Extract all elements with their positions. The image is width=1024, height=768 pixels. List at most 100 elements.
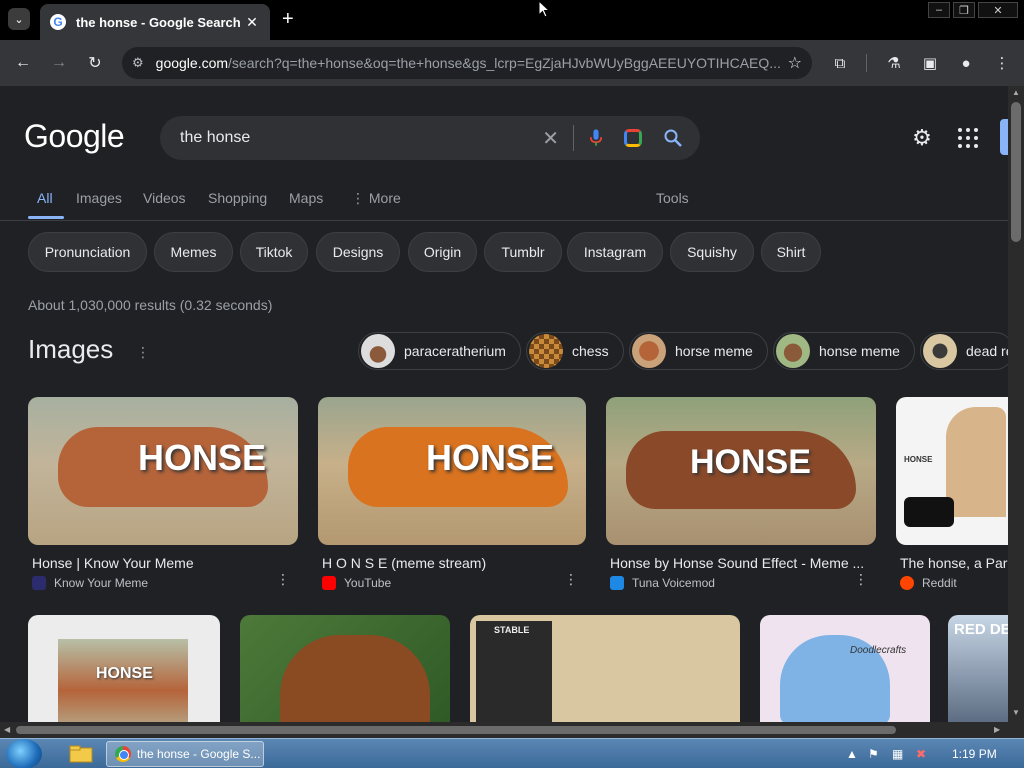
scroll-right-arrow-icon[interactable]: ▶ (994, 725, 1000, 734)
image-result-thumbnail[interactable]: HONSE (28, 615, 220, 722)
close-window-button[interactable]: ✕ (978, 2, 1018, 18)
image-chip-horse-meme[interactable]: horse meme (629, 332, 768, 370)
tab-maps[interactable]: Maps (289, 190, 323, 206)
image-result-thumbnail[interactable]: HONSE (896, 397, 1008, 545)
image-result-card[interactable] (240, 615, 450, 722)
image-result-thumbnail[interactable]: HONSE (28, 397, 298, 545)
image-result-thumbnail[interactable] (240, 615, 450, 722)
scroll-left-arrow-icon[interactable]: ◀ (4, 725, 10, 734)
image-chip-honse-meme[interactable]: honse meme (773, 332, 915, 370)
image-result-title[interactable]: Honse | Know Your Meme (28, 555, 298, 571)
image-result-card[interactable]: Doodlecrafts (760, 615, 930, 722)
image-result-card[interactable]: STABLE (470, 615, 740, 722)
search-box[interactable]: the honse ✕ (160, 116, 700, 160)
chip-tiktok[interactable]: Tiktok (240, 232, 308, 272)
search-icon[interactable] (664, 129, 682, 147)
google-lens-icon[interactable] (624, 129, 642, 147)
image-chip-paraceratherium[interactable]: paraceratherium (358, 332, 521, 370)
image-result-card[interactable]: RED DE (948, 615, 1008, 722)
images-options-icon[interactable]: ⋮ (136, 344, 150, 361)
chip-pronunciation[interactable]: Pronunciation (28, 232, 147, 272)
tab-tools[interactable]: Tools (656, 190, 689, 206)
vertical-scrollbar[interactable]: ▲ ▼ (1008, 86, 1024, 722)
tab-shopping[interactable]: Shopping (208, 190, 267, 206)
result-more-icon[interactable]: ⋮ (276, 571, 290, 588)
search-nav-tabs: All Images Videos Shopping Maps ⋮ More T… (0, 182, 1008, 220)
google-apps-icon[interactable] (958, 128, 978, 148)
labs-flask-icon[interactable]: ⚗ (884, 53, 904, 73)
windows-taskbar: the honse - Google S... ▲ ⚑ ▦ ✖ 1:19 PM (0, 738, 1024, 768)
new-tab-button[interactable]: + (282, 8, 294, 30)
image-result-card[interactable]: HONSE H O N S E (meme stream) YouTube ⋮ (318, 397, 586, 590)
network-icon[interactable]: ▦ (892, 747, 903, 761)
image-chip-chess[interactable]: chess (526, 332, 624, 370)
image-result-card[interactable]: HONSE Honse | Know Your Meme Know Your M… (28, 397, 298, 590)
image-result-title[interactable]: The honse, a Par (896, 555, 1008, 571)
scroll-up-arrow-icon[interactable]: ▲ (1012, 88, 1020, 97)
image-result-card[interactable]: HONSE (28, 615, 220, 722)
image-result-source[interactable]: Know Your Meme (28, 576, 298, 590)
image-result-source[interactable]: Reddit (896, 576, 1008, 590)
forward-arrow-icon[interactable]: → (48, 52, 70, 74)
chip-squishy[interactable]: Squishy (670, 232, 754, 272)
image-result-thumbnail[interactable]: Doodlecrafts (760, 615, 930, 722)
chip-shirt[interactable]: Shirt (761, 232, 821, 272)
horizontal-scrollbar[interactable]: ◀ ▶ (0, 722, 1008, 738)
image-result-title[interactable]: H O N S E (meme stream) (318, 555, 586, 571)
google-results-page: Google the honse ✕ ⚙ All Images Videos S… (0, 86, 1008, 722)
image-result-thumbnail[interactable]: HONSE (606, 397, 876, 545)
result-more-icon[interactable]: ⋮ (564, 571, 578, 588)
action-center-flag-icon[interactable]: ⚑ (868, 747, 879, 761)
image-result-thumbnail[interactable]: HONSE (318, 397, 586, 545)
browser-tab-active[interactable]: G the honse - Google Search ✕ (40, 4, 270, 40)
image-result-title[interactable]: Honse by Honse Sound Effect - Meme ... (606, 555, 876, 571)
chip-origin[interactable]: Origin (408, 232, 477, 272)
scroll-down-arrow-icon[interactable]: ▼ (1012, 708, 1020, 717)
address-bar[interactable]: ⚙ google.com/search?q=the+honse&oq=the+h… (122, 47, 812, 79)
search-input[interactable]: the honse (180, 129, 542, 147)
chip-memes[interactable]: Memes (154, 232, 233, 272)
clear-search-icon[interactable]: ✕ (542, 126, 559, 151)
image-result-card[interactable]: HONSE Honse by Honse Sound Effect - Meme… (606, 397, 876, 590)
result-more-icon[interactable]: ⋮ (854, 571, 868, 588)
back-arrow-icon[interactable]: ← (12, 52, 34, 74)
image-result-source[interactable]: Tuna Voicemod (606, 576, 876, 590)
start-button[interactable] (6, 739, 42, 768)
horizontal-scroll-thumb[interactable] (16, 726, 896, 734)
tab-videos[interactable]: Videos (143, 190, 186, 206)
vertical-scroll-thumb[interactable] (1011, 102, 1021, 242)
side-panel-icon[interactable]: ▣ (920, 53, 940, 73)
file-explorer-icon[interactable] (66, 742, 96, 766)
image-result-thumbnail[interactable]: RED DE (948, 615, 1008, 722)
minimize-button[interactable]: – (928, 2, 950, 18)
tab-title: the honse - Google Search (76, 14, 241, 30)
browser-menu-icon[interactable]: ⋮ (992, 53, 1012, 73)
tab-search-button[interactable]: ⌄ (8, 8, 30, 30)
settings-gear-icon[interactable]: ⚙ (910, 125, 934, 150)
chip-designs[interactable]: Designs (316, 232, 400, 272)
tab-images[interactable]: Images (76, 190, 122, 206)
chip-instagram[interactable]: Instagram (567, 232, 663, 272)
taskbar-clock[interactable]: 1:19 PM (952, 747, 997, 761)
tray-expand-icon[interactable]: ▲ (846, 747, 858, 761)
image-result-source[interactable]: YouTube (318, 576, 586, 590)
site-info-icon[interactable]: ⚙ (132, 55, 144, 71)
extensions-icon[interactable]: ⧉ (830, 53, 850, 73)
chip-tumblr[interactable]: Tumblr (484, 232, 562, 272)
google-logo[interactable]: Google (24, 118, 125, 155)
tab-all[interactable]: All (37, 190, 53, 206)
reload-icon[interactable]: ↻ (84, 52, 106, 74)
honse-overlay-text: HONSE (904, 455, 933, 464)
volume-muted-icon[interactable]: ✖ (916, 747, 926, 761)
image-result-thumbnail[interactable]: STABLE (470, 615, 740, 722)
tab-more[interactable]: ⋮ More (351, 190, 401, 207)
image-chip-dead-re[interactable]: dead re (920, 332, 1008, 370)
taskbar-chrome-window[interactable]: the honse - Google S... (106, 741, 264, 767)
bookmark-star-icon[interactable]: ☆ (788, 53, 802, 73)
profile-icon[interactable]: ● (956, 53, 976, 73)
sign-in-button[interactable] (1000, 119, 1008, 155)
tab-close-icon[interactable]: ✕ (244, 14, 260, 31)
microphone-icon[interactable] (590, 129, 602, 147)
image-result-card[interactable]: HONSE The honse, a Par Reddit (896, 397, 1008, 590)
restore-button[interactable]: ❐ (953, 2, 975, 18)
